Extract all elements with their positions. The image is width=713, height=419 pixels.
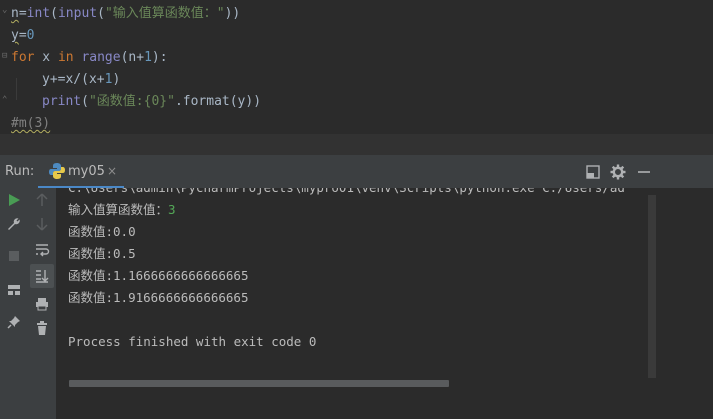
horizontal-scrollbar[interactable] bbox=[57, 378, 657, 390]
code-token: "函数值:{0}" bbox=[88, 94, 175, 109]
restore-icon[interactable] bbox=[585, 164, 601, 180]
scroll-down-icon[interactable] bbox=[34, 216, 50, 232]
soft-wrap-icon[interactable] bbox=[34, 242, 50, 258]
code-line-2[interactable]: y=0 bbox=[11, 25, 34, 47]
code-line-3[interactable]: for x in range(n+1): bbox=[11, 47, 168, 69]
indent-guide bbox=[16, 78, 17, 100]
code-comment: #m(3) bbox=[11, 116, 51, 131]
close-icon[interactable]: × bbox=[107, 164, 117, 178]
vertical-scrollbar[interactable] bbox=[648, 195, 656, 385]
run-tool-window-header: Run: my05 × bbox=[0, 154, 713, 189]
scroll-up-icon[interactable] bbox=[34, 192, 50, 208]
run-icon[interactable] bbox=[6, 192, 22, 208]
current-line-highlight bbox=[0, 134, 713, 154]
code-token: ( bbox=[97, 6, 105, 21]
horizontal-scrollbar-thumb[interactable] bbox=[69, 380, 449, 387]
code-token: for bbox=[11, 50, 35, 65]
code-token: input bbox=[57, 6, 98, 21]
code-token: = bbox=[18, 6, 27, 21]
print-icon[interactable] bbox=[34, 296, 50, 312]
code-token: ( bbox=[50, 6, 58, 21]
scroll-to-end-toggle[interactable] bbox=[30, 264, 54, 288]
console-bottom-area bbox=[57, 390, 713, 419]
fold-marker-icon[interactable]: ⊟ bbox=[2, 52, 10, 61]
code-editor[interactable]: ⌄ ⊟ ⌃ n=int(input("输入值算函数值：")) y=0 for x… bbox=[0, 0, 713, 154]
code-token: .format(y)) bbox=[174, 94, 262, 109]
stop-icon[interactable] bbox=[6, 248, 22, 264]
console-prompt: 输入值算函数值： bbox=[68, 202, 169, 217]
trash-icon[interactable] bbox=[34, 320, 50, 336]
run-label: Run: bbox=[5, 164, 35, 179]
console-right-margin bbox=[657, 188, 713, 419]
code-token: ) bbox=[112, 72, 121, 87]
code-token: ): bbox=[151, 50, 168, 65]
layout-icon[interactable] bbox=[6, 282, 22, 298]
run-toolbar-secondary bbox=[28, 188, 57, 419]
code-line-6[interactable]: #m(3) bbox=[11, 113, 50, 135]
code-token: y bbox=[11, 28, 19, 43]
console-user-input: 3 bbox=[168, 202, 176, 217]
code-token: print bbox=[42, 94, 82, 109]
code-token: 1 bbox=[144, 50, 152, 65]
gear-icon[interactable] bbox=[610, 164, 626, 180]
code-token: ( bbox=[81, 94, 89, 109]
code-token: in bbox=[57, 50, 74, 65]
run-tab-my05[interactable]: my05 × bbox=[38, 155, 124, 189]
console-output[interactable]: C:\Users\admin\PycharmProjects\mypro01\v… bbox=[57, 188, 713, 390]
code-line-5[interactable]: print("函数值:{0}".format(y)) bbox=[42, 91, 261, 113]
tab-label: my05 bbox=[68, 164, 105, 179]
console-prompt-line: 输入值算函数值：3 bbox=[68, 200, 176, 220]
console-exit-message: Process finished with exit code 0 bbox=[68, 334, 317, 349]
code-token: 0 bbox=[26, 28, 35, 43]
pin-icon[interactable] bbox=[6, 314, 22, 330]
minimize-icon[interactable] bbox=[636, 164, 652, 180]
console-output-line: 函数值:1.9166666666666665 bbox=[68, 290, 249, 305]
console-output-line: 函数值:0.0 bbox=[68, 224, 136, 239]
code-token: int bbox=[26, 6, 51, 21]
code-token: n bbox=[11, 6, 19, 21]
code-token: "输入值算函数值：" bbox=[104, 6, 225, 21]
console-output-line: 函数值:1.1666666666666665 bbox=[68, 268, 249, 283]
code-line-4[interactable]: y+=x/(x+1) bbox=[42, 69, 120, 91]
fold-marker-icon[interactable]: ⌄ bbox=[2, 6, 10, 15]
run-toolbar-primary bbox=[0, 188, 28, 419]
code-token: x bbox=[34, 50, 58, 65]
scroll-to-end-icon bbox=[36, 270, 49, 283]
code-token: range bbox=[81, 50, 121, 65]
wrench-icon[interactable] bbox=[6, 216, 22, 232]
code-token: (n+ bbox=[120, 50, 145, 65]
python-icon bbox=[49, 163, 65, 179]
console-output-line: 函数值:0.5 bbox=[68, 246, 136, 261]
code-token: )) bbox=[224, 6, 241, 21]
code-line-1[interactable]: n=int(input("输入值算函数值：")) bbox=[11, 3, 240, 25]
console-command-line: C:\Users\admin\PycharmProjects\mypro01\v… bbox=[68, 188, 625, 198]
code-token: = bbox=[18, 28, 27, 43]
code-token: y+=x/(x+ bbox=[42, 72, 105, 87]
fold-end-icon[interactable]: ⌃ bbox=[2, 96, 10, 105]
